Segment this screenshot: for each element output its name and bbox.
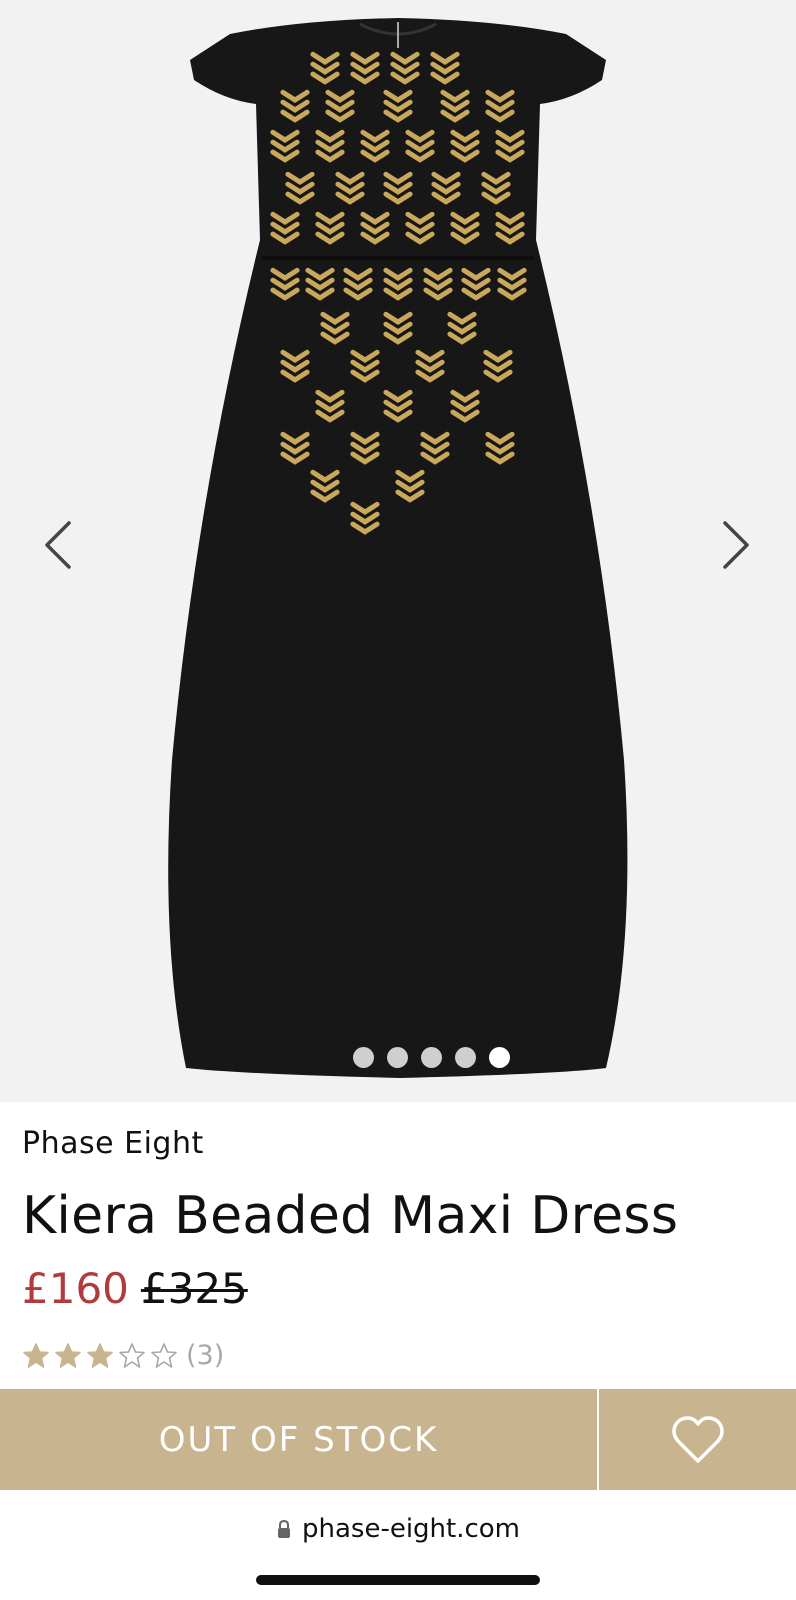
out-of-stock-label: OUT OF STOCK: [158, 1419, 439, 1460]
slide-dot[interactable]: [420, 1047, 442, 1068]
slide-dot[interactable]: [386, 1047, 408, 1068]
previous-image-button[interactable]: [28, 515, 88, 575]
purchase-bar: OUT OF STOCK: [0, 1389, 796, 1490]
wishlist-button[interactable]: [599, 1389, 796, 1490]
review-count[interactable]: (3): [186, 1340, 224, 1371]
star-rating[interactable]: (3): [22, 1340, 224, 1371]
star-filled-icon: [87, 1343, 113, 1368]
browser-address-bar[interactable]: phase-eight.com: [0, 1490, 796, 1600]
lock-icon: [277, 1519, 290, 1538]
home-indicator[interactable]: [256, 1575, 540, 1585]
star-empty-icon: [151, 1343, 177, 1368]
chevron-left-icon: [45, 521, 71, 569]
product-image-gallery[interactable]: [0, 0, 796, 1102]
slide-dot[interactable]: [352, 1047, 374, 1068]
star-empty-icon: [119, 1343, 145, 1368]
url-text: phase-eight.com: [301, 1514, 521, 1544]
out-of-stock-button[interactable]: OUT OF STOCK: [0, 1389, 597, 1490]
heart-icon: [671, 1415, 724, 1463]
original-price: £325: [140, 1264, 248, 1313]
next-image-button[interactable]: [706, 515, 766, 575]
star-filled-icon: [55, 1343, 81, 1368]
product-title: Kiera Beaded Maxi Dress: [22, 1186, 679, 1246]
sale-price: £160: [22, 1264, 129, 1313]
brand-name[interactable]: Phase Eight: [22, 1126, 204, 1161]
chevron-right-icon: [723, 521, 749, 569]
slide-dot[interactable]: [454, 1047, 476, 1068]
price-row: £160 £325: [22, 1264, 248, 1313]
rating-stars: [22, 1342, 178, 1369]
product-image: [168, 18, 628, 1078]
slide-indicator: [0, 1047, 796, 1068]
url-display[interactable]: phase-eight.com: [0, 1514, 796, 1544]
star-filled-icon: [23, 1343, 49, 1368]
slide-dot[interactable]: [488, 1047, 510, 1068]
